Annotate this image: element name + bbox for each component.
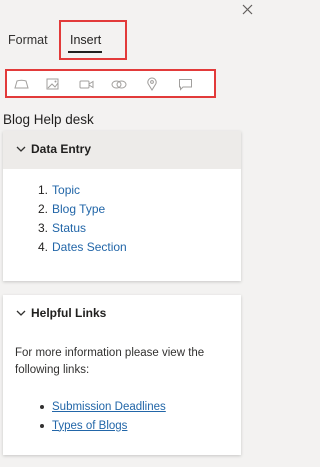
section-title: Blog Help desk [3, 112, 94, 127]
helpful-links-text: For more information please view the fol… [15, 347, 205, 376]
insert-toolbar [5, 69, 216, 98]
insert-comment-button[interactable] [177, 77, 193, 91]
bullet-icon [40, 404, 44, 409]
tab-insert-label: Insert [70, 33, 102, 47]
video-icon [79, 80, 93, 88]
link-dates-section[interactable]: Dates Section [52, 240, 127, 254]
list-item: 2. Blog Type [38, 199, 127, 218]
link-blog-type[interactable]: Blog Type [52, 202, 105, 216]
insert-link-button[interactable] [111, 77, 127, 91]
cloud-shape-icon [13, 79, 29, 89]
insert-image-button[interactable] [45, 77, 61, 91]
data-entry-card: Data Entry 1. Topic 2. Blog Type 3. Stat… [3, 131, 241, 281]
bullet-icon [40, 423, 44, 428]
chevron-down-icon [16, 310, 26, 316]
helpful-links-title: Helpful Links [31, 306, 107, 320]
data-entry-title: Data Entry [31, 142, 92, 156]
link-icon [111, 80, 127, 88]
ribbon-tabs: Format Insert [0, 20, 255, 64]
close-button[interactable] [240, 2, 254, 16]
data-entry-header[interactable]: Data Entry [3, 131, 241, 169]
insert-location-button[interactable] [144, 77, 160, 91]
tab-format[interactable]: Format [8, 20, 52, 60]
tab-format-label: Format [8, 33, 48, 47]
chevron-down-icon [16, 146, 26, 152]
list-item-number: 1. [38, 182, 49, 197]
link-status[interactable]: Status [52, 221, 86, 235]
list-item-number: 3. [38, 220, 49, 235]
list-item: 4. Dates Section [38, 237, 127, 256]
list-item: 3. Status [38, 218, 127, 237]
list-item: Submission Deadlines [38, 397, 166, 416]
link-topic[interactable]: Topic [52, 183, 80, 197]
close-icon[interactable] [242, 4, 253, 15]
active-tab-indicator [68, 51, 102, 53]
location-pin-icon [147, 77, 157, 91]
link-submission-deadlines[interactable]: Submission Deadlines [52, 401, 166, 413]
list-item: Types of Blogs [38, 416, 166, 435]
comment-icon [178, 78, 192, 91]
list-item-number: 2. [38, 201, 49, 216]
insert-shape-button[interactable] [13, 77, 29, 91]
link-types-of-blogs[interactable]: Types of Blogs [52, 420, 127, 432]
helpful-links-list: Submission Deadlines Types of Blogs [38, 397, 166, 435]
helpful-links-header[interactable]: Helpful Links [3, 295, 241, 333]
data-entry-list: 1. Topic 2. Blog Type 3. Status 4. Dates… [38, 180, 127, 256]
list-item: 1. Topic [38, 180, 127, 199]
tab-insert[interactable]: Insert [59, 20, 127, 60]
helpful-links-card: Helpful Links For more information pleas… [3, 295, 241, 455]
insert-video-button[interactable] [78, 77, 94, 91]
list-item-number: 4. [38, 239, 49, 254]
image-icon [46, 78, 59, 90]
